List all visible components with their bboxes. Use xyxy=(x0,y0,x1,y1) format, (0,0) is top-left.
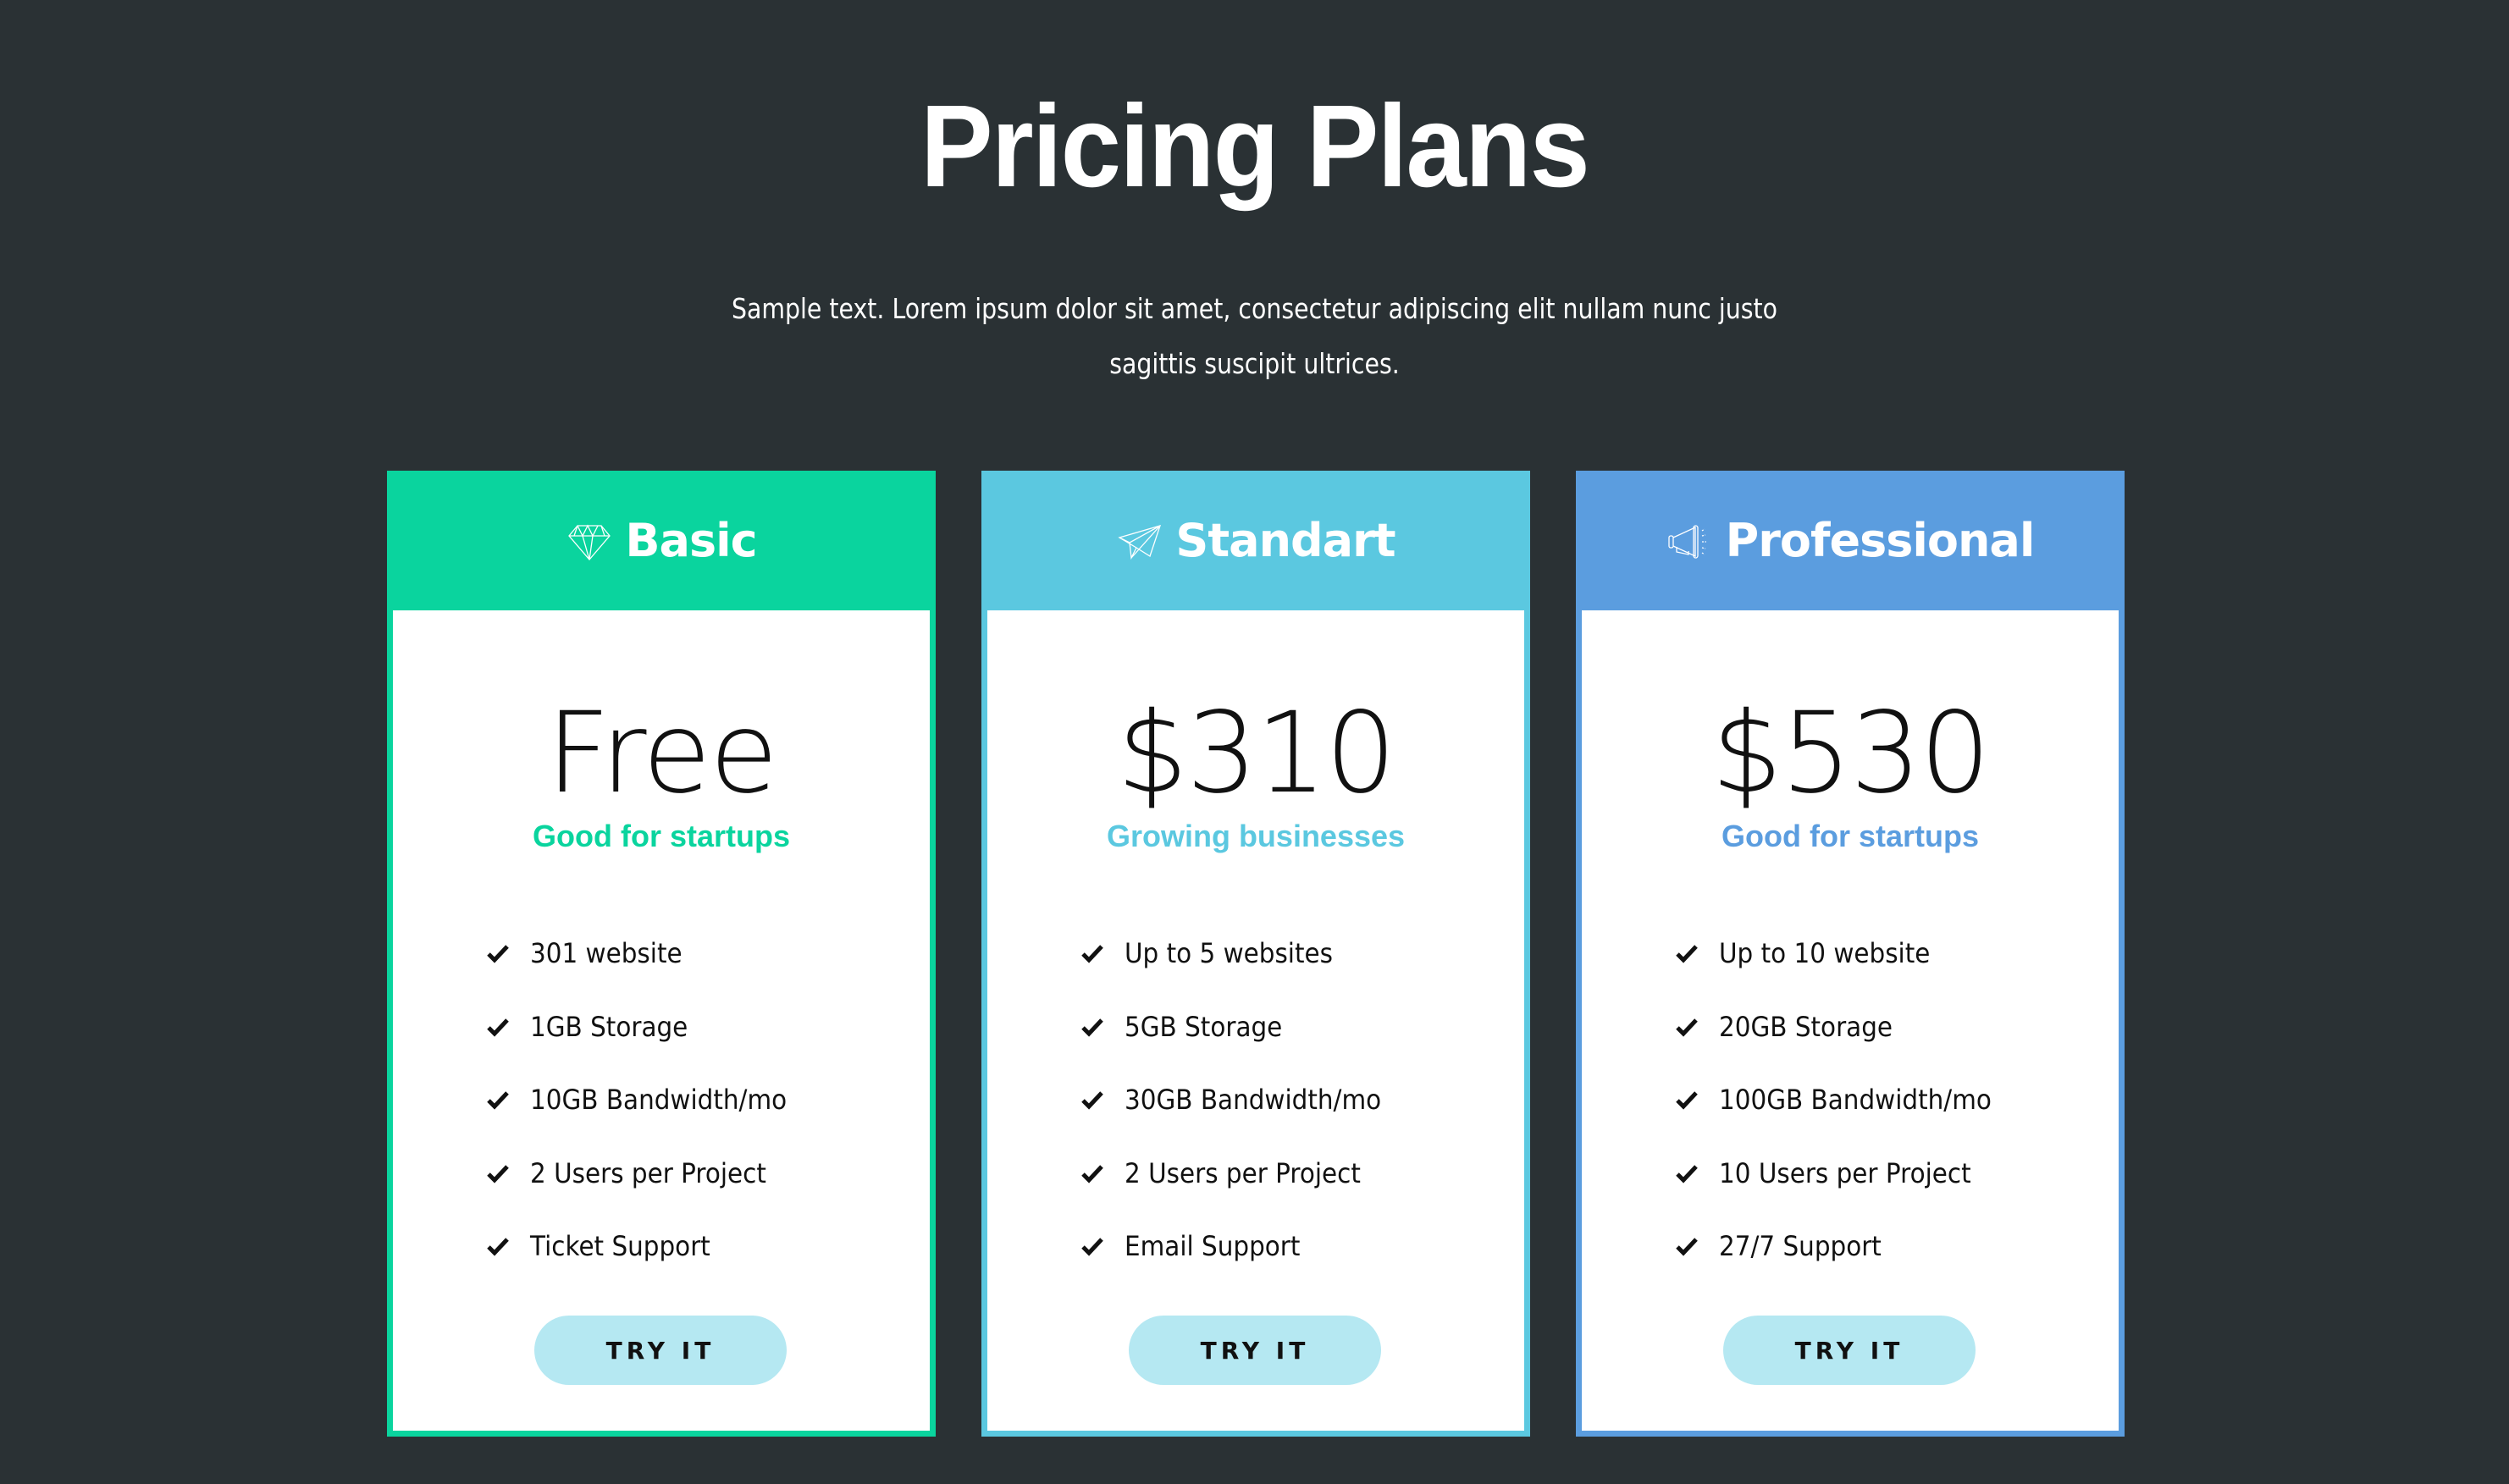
feature-text: Up to 5 websites xyxy=(1125,937,1333,970)
feature-text: Ticket Support xyxy=(530,1230,710,1263)
paper-plane-icon xyxy=(1118,524,1162,560)
feature-text: 100GB Bandwidth/mo xyxy=(1719,1084,1992,1117)
plan-tagline: Good for startups xyxy=(533,819,790,853)
plan-price: $530 xyxy=(1711,688,1991,819)
diamond-icon xyxy=(568,524,611,560)
try-it-button[interactable]: TRY IT xyxy=(534,1316,787,1385)
feature-text: 10GB Bandwidth/mo xyxy=(530,1084,788,1117)
feature-text: 301 website xyxy=(530,937,683,970)
feature-text: 20GB Storage xyxy=(1719,1010,1893,1043)
checkmark-icon xyxy=(1081,1018,1103,1037)
checkmark-icon xyxy=(487,1018,509,1037)
feature-item: 27/7 Support xyxy=(1675,1210,2015,1283)
plan-tagline: Good for startups xyxy=(1721,819,1979,853)
checkmark-icon xyxy=(487,1091,509,1110)
feature-item: 20GB Storage xyxy=(1675,990,2015,1064)
checkmark-icon xyxy=(1676,1165,1698,1183)
feature-item: 10 Users per Project xyxy=(1675,1137,2015,1211)
try-it-button[interactable]: TRY IT xyxy=(1129,1316,1381,1385)
feature-text: 30GB Bandwidth/mo xyxy=(1125,1084,1382,1117)
plan-card-professional: Professional $530 Good for startups Up t… xyxy=(1576,471,2125,1437)
checkmark-icon xyxy=(1081,1238,1103,1256)
checkmark-icon xyxy=(487,1238,509,1256)
feature-item: Email Support xyxy=(1080,1210,1404,1283)
feature-item: 2 Users per Project xyxy=(486,1137,810,1211)
checkmark-icon xyxy=(1081,1165,1103,1183)
feature-list: Up to 10 website 20GB Storage 100GB Band… xyxy=(1675,917,2015,1283)
feature-item: 5GB Storage xyxy=(1080,990,1404,1064)
feature-item: 1GB Storage xyxy=(486,990,810,1064)
plan-card-standart: Standart $310 Growing businesses Up to 5… xyxy=(981,471,1530,1437)
plan-name: Standart xyxy=(1175,514,1395,567)
megaphone-icon xyxy=(1667,524,1706,559)
feature-text: 1GB Storage xyxy=(530,1010,688,1043)
checkmark-icon xyxy=(1081,945,1103,963)
plan-header: Standart xyxy=(981,471,1530,610)
try-it-button[interactable]: TRY IT xyxy=(1723,1316,1976,1385)
plan-tagline: Growing businesses xyxy=(1106,819,1406,853)
plan-header: Basic xyxy=(387,471,936,610)
checkmark-icon xyxy=(1081,1091,1103,1110)
feature-text: 27/7 Support xyxy=(1719,1230,1882,1263)
checkmark-icon xyxy=(1676,1238,1698,1256)
plan-header: Professional xyxy=(1576,471,2125,610)
plan-price: Free xyxy=(545,688,778,819)
page-title: Pricing Plans xyxy=(920,81,1590,212)
feature-text: Email Support xyxy=(1125,1230,1301,1263)
feature-item: 301 website xyxy=(486,917,810,990)
plan-name: Basic xyxy=(625,514,757,567)
feature-text: 2 Users per Project xyxy=(530,1156,766,1189)
checkmark-icon xyxy=(1676,1018,1698,1037)
feature-item: 2 Users per Project xyxy=(1080,1137,1404,1211)
checkmark-icon xyxy=(1676,1091,1698,1110)
feature-text: 5GB Storage xyxy=(1125,1010,1283,1043)
feature-text: Up to 10 website xyxy=(1719,937,1931,970)
feature-item: Up to 10 website xyxy=(1675,917,2015,990)
feature-item: 30GB Bandwidth/mo xyxy=(1080,1063,1404,1137)
checkmark-icon xyxy=(487,945,509,963)
plan-price: $310 xyxy=(1117,688,1396,819)
checkmark-icon xyxy=(487,1165,509,1183)
plan-name: Professional xyxy=(1725,514,2036,567)
feature-list: 301 website 1GB Storage 10GB Bandwidth/m… xyxy=(486,917,810,1283)
feature-list: Up to 5 websites 5GB Storage 30GB Bandwi… xyxy=(1080,917,1404,1283)
feature-item: 100GB Bandwidth/mo xyxy=(1675,1063,2015,1137)
checkmark-icon xyxy=(1676,945,1698,963)
plan-card-basic: Basic Free Good for startups 301 website… xyxy=(387,471,936,1437)
feature-item: Ticket Support xyxy=(486,1210,810,1283)
feature-item: 10GB Bandwidth/mo xyxy=(486,1063,810,1137)
feature-item: Up to 5 websites xyxy=(1080,917,1404,990)
page-subtitle: Sample text. Lorem ipsum dolor sit amet,… xyxy=(731,292,1778,380)
feature-text: 2 Users per Project xyxy=(1125,1156,1361,1189)
feature-text: 10 Users per Project xyxy=(1719,1156,1971,1189)
